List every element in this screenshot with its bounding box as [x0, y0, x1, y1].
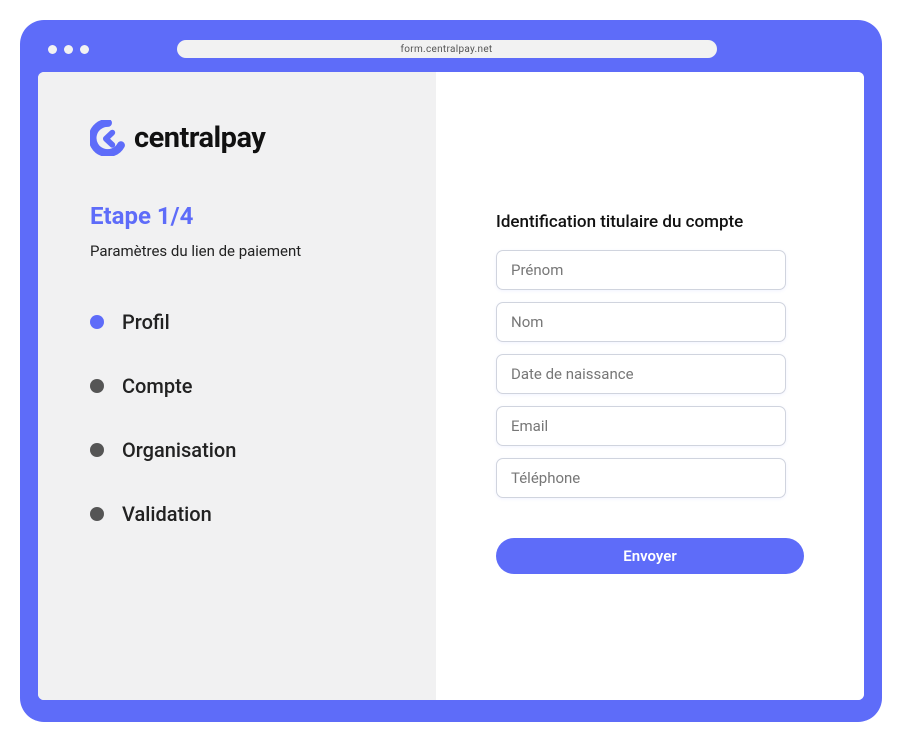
step-dot-icon [90, 443, 104, 457]
form-fields [496, 250, 804, 498]
submit-button[interactable]: Envoyer [496, 538, 804, 574]
address-bar: form.centralpay.net [177, 40, 717, 58]
app-window: centralpay Etape 1/4 Paramètres du lien … [38, 72, 864, 700]
phone-input[interactable] [496, 458, 786, 498]
step-label: Organisation [122, 438, 236, 462]
step-label: Validation [122, 502, 212, 526]
window-dot-icon [80, 45, 89, 54]
step-label: Profil [122, 310, 170, 334]
address-bar-url: form.centralpay.net [401, 44, 493, 55]
browser-chrome: form.centralpay.net [38, 36, 864, 72]
step-label: Compte [122, 374, 192, 398]
step-subtitle: Paramètres du lien de paiement [90, 242, 400, 260]
step-list: Profil Compte Organisation Validation [90, 310, 400, 526]
step-item-profil[interactable]: Profil [90, 310, 400, 334]
step-dot-icon [90, 379, 104, 393]
email-input[interactable] [496, 406, 786, 446]
main-panel: Identification titulaire du compte Envoy… [436, 72, 864, 700]
form-title: Identification titulaire du compte [496, 212, 804, 232]
step-item-compte[interactable]: Compte [90, 374, 400, 398]
lastname-input[interactable] [496, 302, 786, 342]
step-dot-icon [90, 507, 104, 521]
step-heading: Etape 1/4 [90, 202, 400, 230]
window-dot-icon [64, 45, 73, 54]
dob-input[interactable] [496, 354, 786, 394]
step-item-validation[interactable]: Validation [90, 502, 400, 526]
brand-logo: centralpay [90, 120, 400, 156]
browser-frame: form.centralpay.net centralpay Etape 1/4… [20, 20, 882, 722]
window-dot-icon [48, 45, 57, 54]
window-controls [48, 45, 89, 54]
centralpay-logo-icon [90, 120, 126, 156]
sidebar: centralpay Etape 1/4 Paramètres du lien … [38, 72, 436, 700]
step-dot-icon [90, 315, 104, 329]
firstname-input[interactable] [496, 250, 786, 290]
brand-logo-text: centralpay [134, 121, 265, 155]
step-item-organisation[interactable]: Organisation [90, 438, 400, 462]
